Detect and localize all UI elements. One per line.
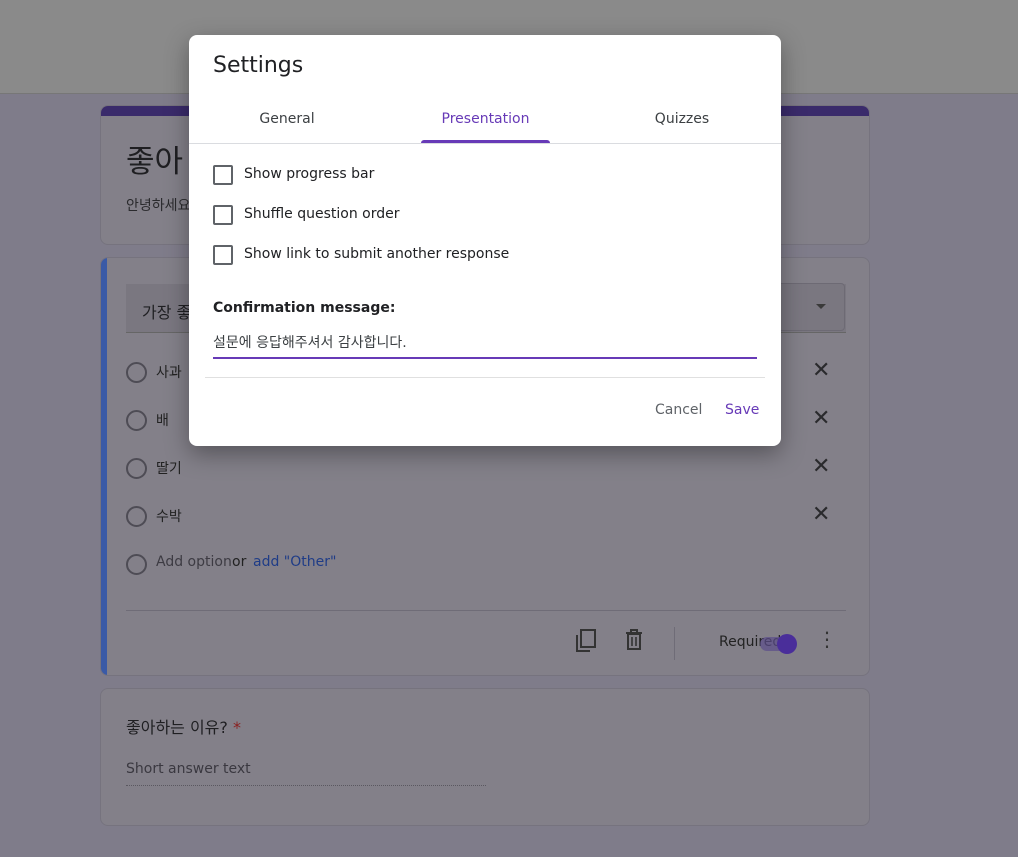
option-label[interactable]: 배: [156, 410, 169, 430]
confirmation-message-label: Confirmation message:: [213, 300, 396, 316]
checkbox[interactable]: [213, 205, 233, 225]
tab-general[interactable]: General: [241, 111, 333, 127]
tab-presentation[interactable]: Presentation: [421, 111, 550, 127]
question-title-text: 가장 좋: [142, 303, 192, 322]
dialog-title: Settings: [213, 53, 304, 78]
delete-icon[interactable]: [625, 629, 643, 651]
remove-option-icon[interactable]: ✕: [812, 406, 830, 432]
add-option-button[interactable]: Add option: [156, 554, 232, 570]
form-description: 안녕하세요: [126, 198, 191, 214]
question-title-text: 좋아하는 이유?: [126, 718, 228, 737]
confirmation-message-input[interactable]: [213, 327, 757, 359]
required-toggle-knob[interactable]: [777, 634, 797, 654]
checkbox-label: Shuffle question order: [244, 206, 400, 222]
duplicate-icon[interactable]: [575, 629, 597, 653]
checkbox[interactable]: [213, 165, 233, 185]
add-other-link[interactable]: add "Other": [253, 554, 336, 570]
radio-icon: [126, 410, 147, 431]
settings-dialog: Settings General Presentation Quizzes Sh…: [189, 35, 781, 446]
remove-option-icon[interactable]: ✕: [812, 454, 830, 480]
form-title: 좋아: [126, 144, 184, 180]
tab-quizzes[interactable]: Quizzes: [636, 111, 728, 127]
checkbox-label: Show link to submit another response: [244, 246, 510, 262]
radio-icon: [126, 362, 147, 383]
checkbox[interactable]: [213, 245, 233, 265]
radio-icon: [126, 506, 147, 527]
required-asterisk: *: [233, 718, 241, 737]
option-label[interactable]: 사과: [156, 362, 182, 382]
active-tab-indicator: [421, 140, 550, 143]
option-label[interactable]: 수박: [156, 506, 182, 526]
checkbox-label: Show progress bar: [244, 166, 375, 182]
remove-option-icon[interactable]: ✕: [812, 358, 830, 384]
option-row: 딸기 ✕: [126, 454, 846, 480]
save-button[interactable]: Save: [725, 402, 759, 418]
remove-option-icon[interactable]: ✕: [812, 502, 830, 528]
settings-tabs: General Presentation Quizzes: [189, 103, 781, 144]
dialog-divider: [205, 377, 765, 378]
question-title: 좋아하는 이유? *: [126, 714, 241, 738]
radio-icon: [126, 554, 147, 575]
footer-separator: [674, 627, 675, 660]
option-label[interactable]: 딸기: [156, 458, 182, 478]
or-text: or: [232, 554, 247, 570]
option-row: 수박 ✕: [126, 502, 846, 528]
question-card-2: 좋아하는 이유? * Short answer text: [100, 688, 870, 826]
short-answer-placeholder: Short answer text: [126, 761, 486, 786]
radio-icon: [126, 458, 147, 479]
more-options-icon[interactable]: ⋮: [817, 627, 837, 651]
dropdown-arrow-icon: [816, 304, 826, 309]
question-footer: Required ⋮: [101, 610, 869, 675]
cancel-button[interactable]: Cancel: [655, 402, 702, 418]
add-option-row: Add option or add "Other": [126, 552, 846, 576]
